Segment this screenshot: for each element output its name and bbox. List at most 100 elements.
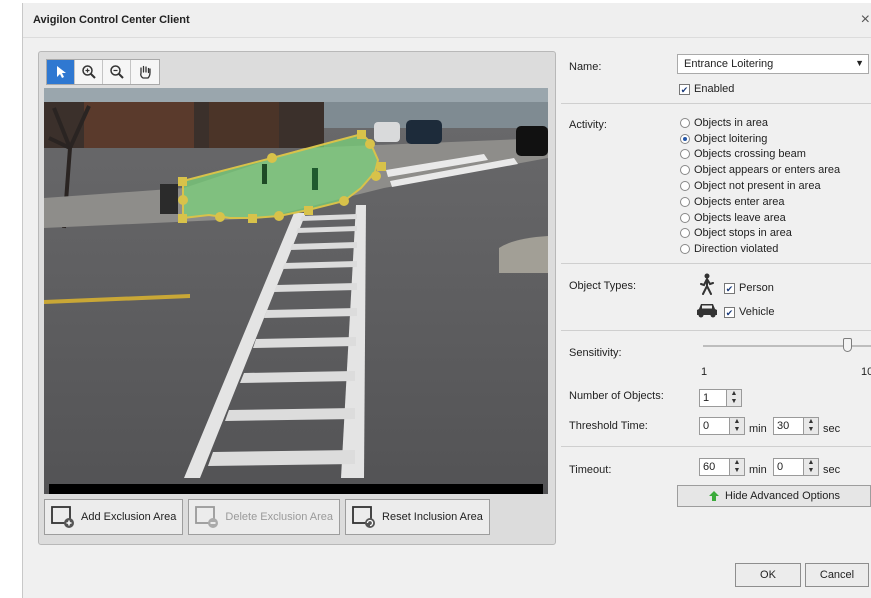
activity-option-label: Objects crossing beam	[694, 148, 806, 161]
cancel-button[interactable]: Cancel	[805, 563, 869, 587]
activity-option[interactable]: Object appears or enters area	[680, 162, 840, 178]
camera-scene	[44, 88, 548, 494]
timeout-sec-spinner[interactable]: 0 ▲ ▼	[773, 458, 819, 476]
pointer-tool-button[interactable]	[47, 60, 75, 84]
person-label: Person	[739, 282, 774, 294]
add-exclusion-area-button[interactable]: Add Exclusion Area	[44, 499, 184, 535]
activity-option-label: Object not present in area	[694, 180, 821, 193]
timeout-min-value: 60	[703, 461, 716, 473]
threshold-min-spinner[interactable]: 0 ▲ ▼	[699, 417, 745, 435]
activity-option[interactable]: Object not present in area	[680, 178, 840, 194]
pan-button[interactable]	[131, 60, 159, 84]
checkmark-icon: ✔	[679, 83, 690, 95]
activity-option-label: Direction violated	[694, 243, 779, 256]
activity-option[interactable]: Objects leave area	[680, 210, 840, 226]
zone-editor-panel: Add Exclusion Area Delete Exclusion Area…	[38, 51, 556, 545]
person-icon	[700, 273, 714, 295]
radio-icon	[680, 149, 690, 160]
area-buttons: Add Exclusion Area Delete Exclusion Area…	[44, 499, 490, 535]
timeout-sec-value: 0	[777, 461, 784, 473]
unit-sec-label: sec	[823, 423, 841, 435]
checkmark-icon: ✔	[724, 306, 735, 318]
activity-label: Activity:	[569, 119, 607, 131]
delete-exclusion-area-button[interactable]: Delete Exclusion Area	[188, 499, 341, 535]
spinner-arrows-icon[interactable]: ▲ ▼	[729, 418, 744, 434]
dropdown-arrow-icon: ▼	[855, 58, 864, 68]
radio-icon	[680, 117, 690, 128]
ok-button[interactable]: OK	[735, 563, 801, 587]
unit-min-label: min	[749, 423, 767, 435]
activity-radio-group: Objects in area Object loitering Objects…	[680, 115, 840, 257]
rule-dialog: Avigilon Control Center Client × Add Exc…	[22, 3, 871, 598]
divider	[561, 330, 871, 331]
object-types-label: Object Types:	[569, 280, 637, 292]
sensitivity-label: Sensitivity:	[569, 347, 622, 359]
zoom-in-button[interactable]	[75, 60, 103, 84]
activity-option-label: Objects in area	[694, 116, 768, 129]
view-toolbar	[46, 59, 160, 85]
close-icon[interactable]: ×	[861, 11, 870, 29]
ok-label: OK	[760, 569, 776, 581]
spinner-arrows-icon[interactable]: ▲ ▼	[726, 390, 741, 406]
activity-option[interactable]: Objects in area	[680, 115, 840, 131]
activity-option-label: Objects enter area	[694, 195, 785, 208]
divider	[561, 263, 871, 264]
window-title: Avigilon Control Center Client	[33, 14, 190, 26]
enabled-checkbox[interactable]: ✔ Enabled	[679, 83, 734, 95]
divider	[561, 103, 871, 104]
reset-inclusion-area-label: Reset Inclusion Area	[382, 511, 483, 523]
sensitivity-max-label: 10	[861, 366, 871, 378]
sensitivity-min-label: 1	[701, 366, 708, 378]
activity-option-label: Object loitering	[694, 132, 768, 145]
pan-hand-icon	[140, 65, 151, 79]
rule-name-dropdown[interactable]: Entrance Loitering ▼	[677, 54, 869, 74]
enabled-label: Enabled	[694, 83, 735, 95]
number-of-objects-spinner[interactable]: 1 ▲ ▼	[699, 389, 742, 407]
activity-option-label: Object appears or enters area	[694, 164, 841, 177]
threshold-time-label: Threshold Time:	[569, 420, 648, 432]
activity-option[interactable]: Direction violated	[680, 241, 840, 257]
activity-option[interactable]: Objects crossing beam	[680, 147, 840, 163]
activity-option[interactable]: Object loitering	[680, 131, 840, 147]
vehicle-label: Vehicle	[739, 306, 775, 318]
radio-icon	[680, 181, 690, 192]
threshold-sec-value: 30	[777, 420, 790, 432]
spinner-arrows-icon[interactable]: ▲ ▼	[803, 459, 818, 475]
vehicle-checkbox[interactable]: ✔ Vehicle	[724, 306, 774, 318]
hide-advanced-options-label: Hide Advanced Options	[725, 490, 840, 502]
rule-settings-panel: Name: Entrance Loitering ▼ ✔ Enabled Act…	[561, 41, 871, 501]
activity-option[interactable]: Object stops in area	[680, 226, 840, 242]
zoom-out-button[interactable]	[103, 60, 131, 84]
reset-area-icon	[352, 506, 376, 528]
vehicle-icon	[697, 304, 717, 318]
number-of-objects-value: 1	[703, 392, 710, 404]
radio-icon	[680, 228, 690, 239]
checkmark-icon: ✔	[724, 282, 735, 294]
activity-option-label: Objects leave area	[694, 211, 786, 224]
title-bar: Avigilon Control Center Client ×	[23, 3, 871, 38]
camera-video-feed[interactable]	[44, 88, 548, 494]
spinner-arrows-icon[interactable]: ▲ ▼	[729, 459, 744, 475]
add-area-icon	[51, 506, 74, 528]
delete-exclusion-area-label: Delete Exclusion Area	[225, 511, 334, 523]
zoom-out-icon	[109, 65, 124, 79]
unit-sec-label: sec	[823, 464, 841, 476]
threshold-sec-spinner[interactable]: 30 ▲ ▼	[773, 417, 819, 435]
name-label: Name:	[569, 61, 602, 73]
unit-min-label: min	[749, 464, 767, 476]
radio-icon	[680, 244, 690, 255]
radio-icon	[680, 165, 690, 176]
hide-advanced-options-button[interactable]: Hide Advanced Options	[677, 485, 871, 507]
reset-inclusion-area-button[interactable]: Reset Inclusion Area	[345, 499, 490, 535]
rule-name-value: Entrance Loitering	[684, 58, 774, 70]
activity-option[interactable]: Objects enter area	[680, 194, 840, 210]
timeout-label: Timeout:	[569, 464, 612, 476]
person-checkbox[interactable]: ✔ Person	[724, 282, 774, 294]
delete-area-icon	[195, 506, 219, 528]
timeout-min-spinner[interactable]: 60 ▲ ▼	[699, 458, 745, 476]
divider	[561, 446, 871, 447]
number-of-objects-label: Number of Objects:	[569, 390, 664, 402]
spinner-arrows-icon[interactable]: ▲ ▼	[803, 418, 818, 434]
threshold-min-value: 0	[703, 420, 710, 432]
sensitivity-slider-thumb[interactable]	[843, 338, 852, 352]
